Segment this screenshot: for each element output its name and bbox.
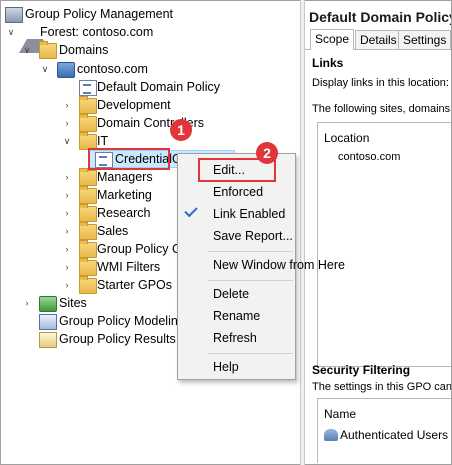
tree-label-modeling: Group Policy Modeling (59, 314, 185, 328)
ou-folder-icon (79, 222, 97, 240)
tab-scope[interactable]: Scope (310, 29, 355, 50)
menu-item-save-report[interactable]: Save Report... (178, 225, 295, 247)
chevron-right-icon[interactable]: › (61, 240, 73, 258)
callout-badge-2: 2 (256, 142, 278, 164)
menu-label-new-window: New Window from Here (213, 258, 345, 272)
tree-label-domains: Domains (59, 43, 109, 57)
tree-label-research: Research (97, 206, 151, 220)
ou-folder-icon (79, 114, 97, 132)
chevron-down-icon[interactable]: ∨ (61, 132, 73, 150)
domain-icon (57, 62, 75, 78)
chevron-right-icon[interactable]: › (61, 168, 73, 186)
tree-label-root: Group Policy Management (25, 7, 173, 21)
menu-separator (208, 251, 293, 252)
chevron-right-icon[interactable]: › (21, 294, 33, 312)
modeling-icon (39, 314, 57, 330)
tree-label-development: Development (97, 98, 171, 112)
tree-label-managers: Managers (97, 170, 153, 184)
security-filtering-note: The settings in this GPO can only apply … (312, 381, 451, 393)
menu-label-help: Help (213, 360, 239, 374)
folder-icon (79, 258, 97, 276)
tab-settings[interactable]: Settings (398, 30, 451, 49)
menu-item-refresh[interactable]: Refresh (178, 327, 295, 349)
menu-label-enforced: Enforced (213, 185, 264, 199)
callout-badge-1: 1 (170, 119, 192, 141)
menu-item-link-enabled[interactable]: Link Enabled (178, 203, 295, 225)
folder-icon (79, 276, 97, 294)
menu-item-enforced[interactable]: Enforced (178, 181, 295, 203)
gpm-console-icon (5, 7, 23, 23)
ou-folder-icon (79, 186, 97, 204)
tree-label-domain: contoso.com (77, 62, 148, 76)
menu-item-help[interactable]: Help (178, 356, 295, 378)
tree-label-sites: Sites (59, 296, 87, 310)
gpo-link-icon (79, 80, 97, 96)
menu-item-rename[interactable]: Rename (178, 305, 295, 327)
security-filtering-list[interactable]: Name Authenticated Users (317, 398, 451, 463)
links-list[interactable]: Location contoso.com (317, 122, 451, 367)
folder-icon (79, 240, 97, 258)
security-filtering-heading: Security Filtering (312, 363, 411, 377)
menu-separator (208, 353, 293, 354)
ou-folder-icon (79, 96, 97, 114)
menu-label-refresh: Refresh (213, 331, 257, 345)
tab-details[interactable]: Details (355, 30, 402, 49)
tree-label-sales: Sales (97, 224, 129, 238)
chevron-right-icon[interactable]: › (61, 186, 73, 204)
chevron-right-icon[interactable]: › (61, 114, 73, 132)
callout-highlight-gpo (88, 148, 170, 170)
chevron-right-icon[interactable]: › (61, 258, 73, 276)
context-menu: Edit... Enforced Link Enabled Save Repor… (177, 153, 345, 380)
folder-icon (39, 41, 57, 59)
links-heading: Links (312, 56, 344, 70)
chevron-right-icon[interactable]: › (61, 276, 73, 294)
menu-label-rename: Rename (213, 309, 261, 323)
menu-separator (208, 280, 293, 281)
users-group-icon (324, 429, 338, 441)
details-pane: Default Domain Policy Scope Details Sett… (305, 1, 451, 463)
tree-label-wmi-filters: WMI Filters (97, 260, 161, 274)
menu-item-new-window[interactable]: New Window from Here (178, 254, 345, 276)
chevron-right-icon[interactable]: › (61, 204, 73, 222)
location-column-header[interactable]: Location (324, 131, 369, 145)
menu-item-delete[interactable]: Delete (178, 283, 295, 305)
chevron-down-icon[interactable]: ∨ (5, 23, 17, 41)
checkmark-icon (184, 203, 198, 218)
name-value[interactable]: Authenticated Users (340, 428, 448, 442)
menu-label-link-enabled: Link Enabled (213, 207, 286, 221)
links-description: Display links in this location: (312, 77, 449, 89)
location-value[interactable]: contoso.com (338, 151, 400, 163)
ou-folder-icon (79, 204, 97, 222)
links-note: The following sites, domains, and OUs ar… (312, 103, 451, 115)
tree-label-forest: Forest: contoso.com (40, 25, 154, 39)
tree-label-results: Group Policy Results (59, 332, 176, 346)
chevron-right-icon[interactable]: › (61, 96, 73, 114)
menu-label-delete: Delete (213, 287, 250, 301)
details-title: Default Domain Policy (309, 9, 451, 25)
chevron-down-icon[interactable]: ∨ (39, 60, 51, 78)
chevron-right-icon[interactable]: › (61, 222, 73, 240)
sites-icon (39, 296, 57, 312)
menu-label-save-report: Save Report... (213, 229, 293, 243)
tree-label-default-domain-policy: Default Domain Policy (97, 80, 220, 94)
ou-folder-icon (79, 168, 97, 186)
name-column-header[interactable]: Name (324, 407, 356, 421)
tree-label-starter-gpos: Starter GPOs (97, 278, 173, 292)
tree-label-marketing: Marketing (97, 188, 152, 202)
results-icon (39, 332, 57, 348)
chevron-down-icon[interactable]: ∨ (21, 41, 33, 59)
